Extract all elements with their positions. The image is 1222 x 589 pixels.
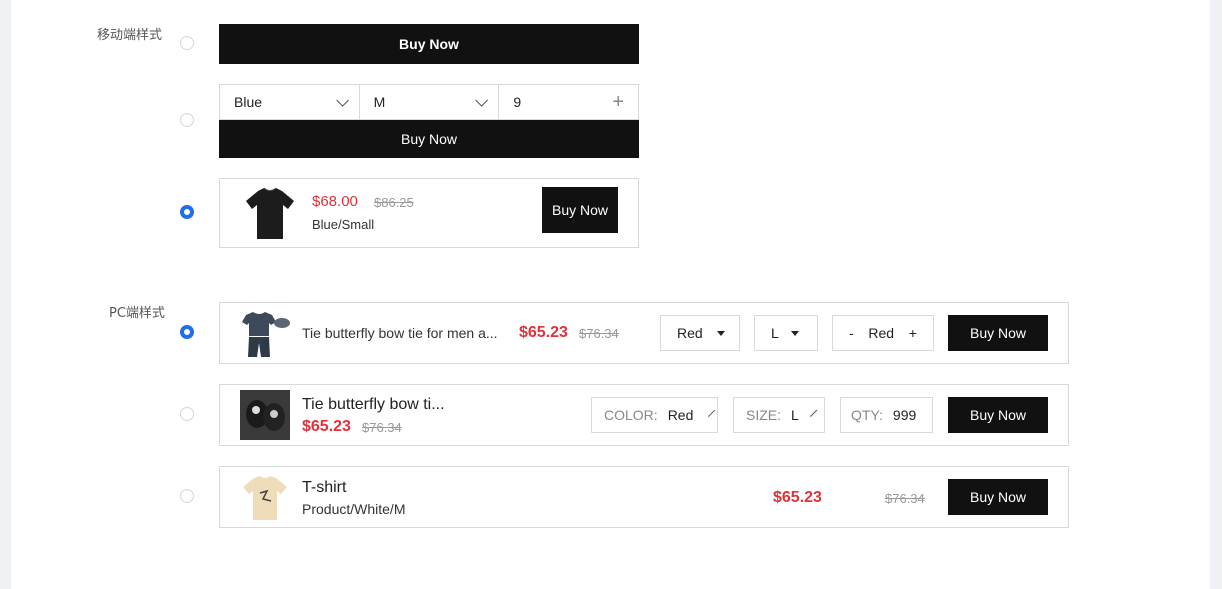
minus-button[interactable]: - <box>849 325 854 341</box>
color-select[interactable]: Red <box>660 315 740 351</box>
radio-pc-style-3[interactable] <box>180 489 194 503</box>
quantity-value: 999 <box>892 407 917 423</box>
pc-style-label: PC端样式 <box>109 306 165 321</box>
pc-style-1-card: Tie butterfly bow tie for men a... $65.2… <box>219 302 1069 364</box>
quantity-value: Red <box>868 325 895 341</box>
pc-style-3-card: T-shirt Product/White/M $65.23 $76.34 Bu… <box>219 466 1069 528</box>
radio-mobile-style-1[interactable] <box>180 36 194 50</box>
radio-pc-style-2[interactable] <box>180 407 194 421</box>
quantity-stepper[interactable]: 9 + <box>499 85 638 119</box>
mobile-style-1-buy-button[interactable]: Buy Now <box>219 24 639 64</box>
price: $65.23 <box>773 489 822 506</box>
variant-text: Product/White/M <box>302 501 406 517</box>
settings-panel: 移动端样式 Buy Now Blue M 9 + Buy Now $68.00 … <box>11 0 1210 589</box>
radio-pc-style-1[interactable] <box>180 325 194 339</box>
pc-style-3-buy-button[interactable]: Buy Now <box>948 479 1048 515</box>
color-select[interactable]: COLOR: Red <box>591 397 718 433</box>
caret-down-icon <box>717 330 725 336</box>
bow-tie-box-image <box>240 390 290 440</box>
size-select-value: L <box>791 407 799 423</box>
price: $68.00 <box>312 193 358 210</box>
tshirt-beige-image <box>243 476 287 520</box>
radio-mobile-style-2[interactable] <box>180 113 194 127</box>
size-select-value: L <box>771 325 779 341</box>
mobile-style-3-card: $68.00 $86.25 Blue/Small Buy Now <box>219 178 639 248</box>
qty-label: QTY: <box>851 407 883 423</box>
caret-down-icon <box>791 330 799 336</box>
chevron-down-icon <box>335 93 349 107</box>
size-select[interactable]: SIZE: L <box>733 397 825 433</box>
outfit-image <box>242 312 290 357</box>
quantity-value: 9 <box>513 94 522 110</box>
chevron-down-icon <box>708 409 716 417</box>
size-label: SIZE: <box>746 407 782 423</box>
old-price: $76.34 <box>362 420 402 435</box>
old-price: $76.34 <box>579 326 619 341</box>
price: $65.23 <box>302 418 351 435</box>
radio-mobile-style-3[interactable] <box>180 205 194 219</box>
pc-style-2-buy-button[interactable]: Buy Now <box>948 397 1048 433</box>
product-title: T-shirt <box>302 479 347 496</box>
mobile-style-2-buy-button[interactable]: Buy Now <box>219 120 639 158</box>
plus-icon[interactable]: + <box>612 91 624 114</box>
product-title: Tie butterfly bow tie for men a... <box>302 325 498 341</box>
pc-style-2-card: Tie butterfly bow ti... $65.23 $76.34 CO… <box>219 384 1069 446</box>
chevron-down-icon <box>475 93 489 107</box>
color-select-value: Blue <box>234 94 263 110</box>
price: $65.23 <box>519 324 568 341</box>
color-select-value: Red <box>677 325 703 341</box>
size-select[interactable]: M <box>360 85 500 119</box>
plus-button[interactable]: + <box>909 325 917 341</box>
variant-text: Blue/Small <box>312 217 375 232</box>
color-select-value: Red <box>667 407 694 423</box>
old-price: $86.25 <box>374 195 414 210</box>
quantity-stepper[interactable]: - Red + <box>832 315 934 351</box>
color-select[interactable]: Blue <box>220 85 360 119</box>
chevron-down-icon <box>809 409 818 417</box>
mobile-style-3-buy-button[interactable]: Buy Now <box>542 187 618 233</box>
color-label: COLOR: <box>604 407 658 423</box>
pc-style-1-buy-button[interactable]: Buy Now <box>948 315 1048 351</box>
size-select-value: M <box>373 94 386 110</box>
size-select[interactable]: L <box>754 315 818 351</box>
product-title: Tie butterfly bow ti... <box>302 396 445 413</box>
tshirt-black-image <box>246 187 294 239</box>
mobile-style-label: 移动端样式 <box>97 28 163 43</box>
old-price: $76.34 <box>885 491 925 506</box>
quantity-input[interactable]: QTY: 999 <box>840 397 933 433</box>
mobile-style-2-selectors: Blue M 9 + <box>219 84 639 120</box>
